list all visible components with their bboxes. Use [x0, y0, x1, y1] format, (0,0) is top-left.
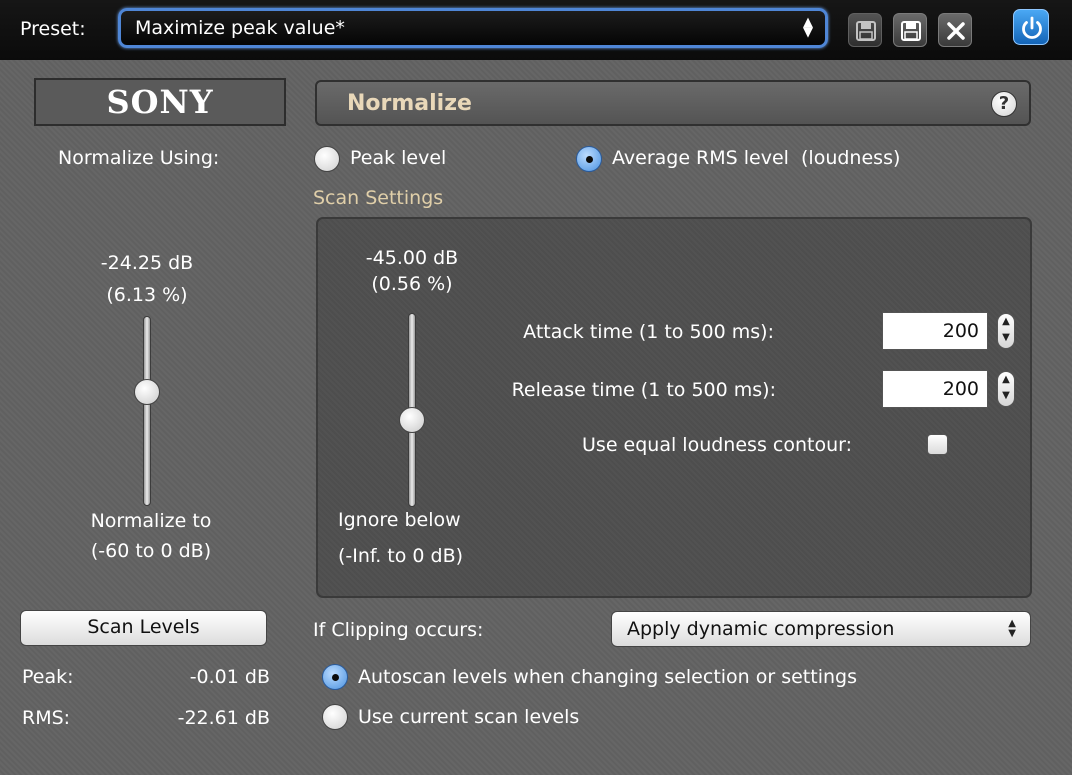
normalize-range-label: (-60 to 0 dB) — [90, 540, 212, 562]
ignore-below-value-percent: (0.56 %) — [371, 273, 453, 295]
bypass-power-button[interactable] — [1013, 9, 1049, 45]
release-time-input[interactable] — [882, 370, 988, 408]
clipping-action-select[interactable]: Apply dynamic compression ▲ ▼ — [611, 611, 1031, 647]
sony-logo-box: SONY — [34, 78, 286, 126]
ignore-below-range-label: (-Inf. to 0 dB) — [338, 545, 464, 567]
release-time-label: Release time (1 to 500 ms): — [511, 379, 776, 401]
scan-levels-button[interactable]: Scan Levels — [20, 610, 267, 646]
peak-value: -0.01 dB — [189, 666, 270, 688]
release-time-stepper[interactable]: ▲ ▼ — [997, 371, 1015, 407]
peak-level-radio[interactable] — [314, 146, 340, 172]
preset-value: Maximize peak value* — [135, 17, 345, 39]
normalize-value-percent: (6.13 %) — [106, 284, 188, 306]
normalize-panel: SONY Normalize ? Normalize Using: Peak l… — [0, 60, 1072, 775]
ignore-below-label: Ignore below — [338, 509, 461, 531]
equal-loudness-label: Use equal loudness contour: — [582, 434, 852, 456]
scan-settings-title: Scan Settings — [313, 187, 444, 209]
attack-time-label: Attack time (1 to 500 ms): — [523, 321, 774, 343]
rms-value: -22.61 dB — [177, 707, 270, 729]
ignore-below-value-db: -45.00 dB — [365, 247, 459, 269]
normalize-slider-thumb[interactable] — [134, 379, 160, 405]
use-current-scan-radio[interactable] — [322, 704, 348, 730]
equal-loudness-checkbox[interactable] — [927, 434, 948, 455]
clipping-label: If Clipping occurs: — [313, 619, 484, 641]
save-preset-button[interactable] — [848, 13, 882, 47]
save-icon — [856, 21, 876, 41]
normalize-to-label: Normalize to — [90, 510, 212, 532]
page-title: Normalize — [347, 91, 472, 116]
ignore-below-slider-thumb[interactable] — [399, 406, 425, 433]
peak-level-label: Peak level — [350, 147, 447, 169]
power-icon — [1022, 16, 1042, 39]
plugin-title-bar: Normalize ? — [315, 80, 1031, 126]
save-as-preset-button[interactable] — [893, 13, 927, 47]
preset-select[interactable]: Maximize peak value* ▲ ▼ — [118, 8, 828, 48]
average-rms-label: Average RMS level (loudness) — [612, 147, 901, 169]
scan-settings-group: -45.00 dB (0.56 %) Ignore below (-Inf. t… — [316, 217, 1032, 598]
select-arrows-icon: ▲ ▼ — [803, 15, 813, 40]
attack-time-input[interactable] — [882, 312, 988, 350]
use-current-scan-label: Use current scan levels — [358, 706, 580, 728]
preset-label: Preset: — [20, 18, 86, 40]
save-as-icon — [901, 21, 921, 41]
normalize-using-label: Normalize Using: — [58, 147, 220, 169]
attack-time-stepper[interactable]: ▲ ▼ — [997, 313, 1015, 349]
preset-toolbar: Preset: Maximize peak value* ▲ ▼ — [0, 0, 1072, 60]
normalize-slider-track[interactable] — [143, 316, 151, 506]
help-icon[interactable]: ? — [991, 91, 1017, 117]
sony-logo: SONY — [106, 83, 214, 121]
clipping-action-value: Apply dynamic compression — [627, 618, 895, 640]
average-rms-radio[interactable] — [576, 146, 602, 172]
delete-preset-button[interactable] — [938, 13, 972, 47]
normalize-value-db: -24.25 dB — [100, 252, 194, 274]
close-icon — [947, 22, 965, 40]
autoscan-label: Autoscan levels when changing selection … — [358, 666, 857, 688]
rms-label: RMS: — [22, 707, 71, 729]
autoscan-radio[interactable] — [322, 664, 348, 690]
select-arrows-icon: ▲ ▼ — [1008, 618, 1016, 639]
peak-label: Peak: — [22, 666, 74, 688]
